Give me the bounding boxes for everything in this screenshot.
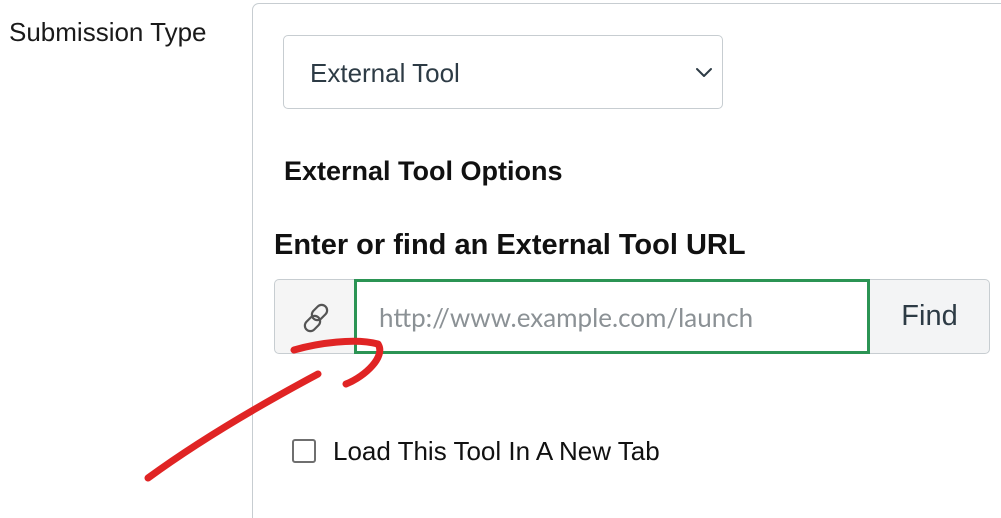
submission-type-select[interactable]: External Tool	[283, 35, 723, 109]
new-tab-checkbox-row[interactable]: Load This Tool In A New Tab	[292, 436, 660, 466]
link-icon	[303, 303, 329, 333]
chevron-down-icon	[696, 68, 712, 77]
submission-type-label: Submission Type	[9, 17, 207, 47]
link-addon	[274, 279, 356, 354]
submission-type-selected-value: External Tool	[310, 58, 460, 88]
new-tab-checkbox[interactable]	[292, 439, 316, 463]
external-tool-options-heading: External Tool Options	[284, 156, 563, 186]
external-tool-url-input[interactable]	[354, 279, 870, 354]
new-tab-checkbox-label: Load This Tool In A New Tab	[333, 435, 660, 466]
external-tool-url-group: Find	[274, 279, 990, 354]
external-tool-url-heading: Enter or find an External Tool URL	[274, 229, 746, 261]
find-button[interactable]: Find	[870, 279, 990, 354]
